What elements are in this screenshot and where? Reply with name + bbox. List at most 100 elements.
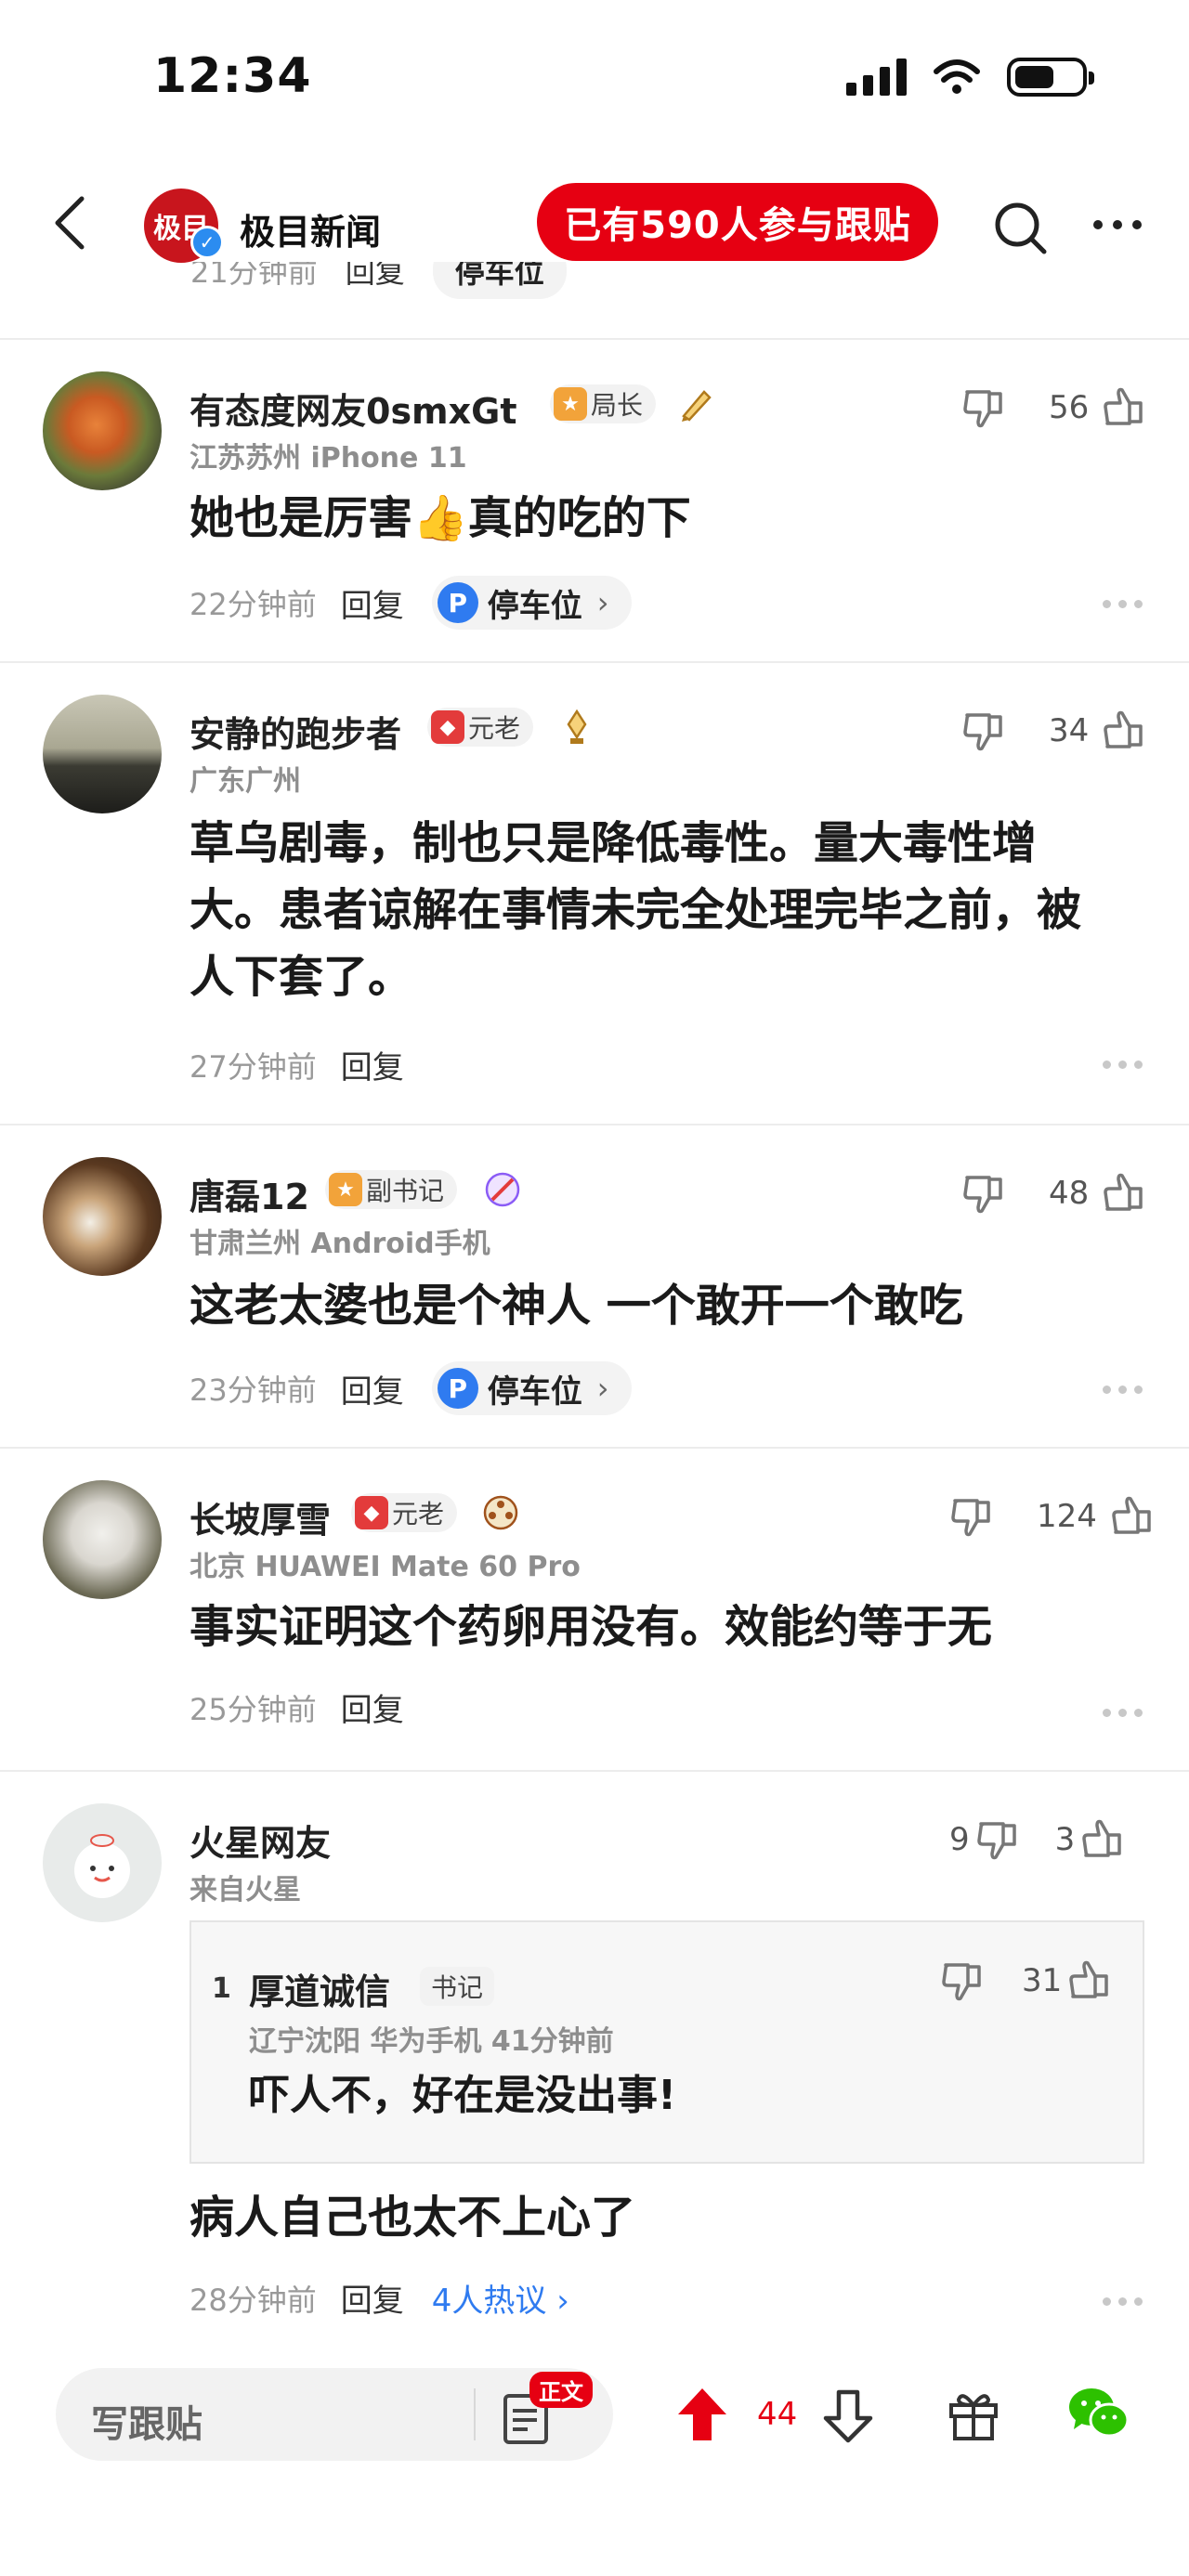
rank-badge: ◆ 元老 — [351, 1493, 458, 1532]
thumbs-down-icon[interactable] — [961, 708, 1008, 754]
join-comments-button[interactable]: 已有590人参与跟贴 — [537, 183, 938, 261]
more-dots-icon[interactable] — [1103, 600, 1143, 608]
nested-reply[interactable]: 1 厚道诚信 书记 辽宁沈阳 华为手机 41分钟前 吓人不，好在是没出事! 31 — [189, 1920, 1144, 2164]
reply-button[interactable]: 回复 — [341, 1042, 404, 1087]
wifi-icon — [934, 59, 980, 94]
more-dots-icon[interactable] — [1103, 1709, 1143, 1717]
parking-label: 停车位 — [487, 1373, 582, 1411]
rank-badge: ◆ 元老 — [427, 708, 534, 747]
thumbs-up-icon[interactable] — [1102, 708, 1148, 754]
comment-meta: 北京 HUAWEI Mate 60 Pro — [189, 1551, 581, 1583]
reply-text: 吓人不，好在是没出事! — [249, 2072, 677, 2119]
wechat-share-icon[interactable] — [1066, 2385, 1131, 2442]
comment-username[interactable]: 火星网友 — [189, 1815, 331, 1866]
rank-badge: ★ 副书记 — [325, 1170, 458, 1209]
more-options-icon[interactable] — [1091, 218, 1143, 231]
comment-footer: 27分钟前 回复 — [189, 1042, 404, 1087]
divider — [0, 1124, 1189, 1125]
comment-username[interactable]: 唐磊12 — [189, 1168, 309, 1219]
thumbs-up-icon[interactable] — [1102, 1170, 1148, 1216]
reply-username[interactable]: 厚道诚信 — [249, 1963, 390, 2014]
vote-controls: 9 3 — [949, 1816, 1127, 1863]
divider — [0, 1770, 1189, 1772]
like-count: 31 — [1022, 1962, 1063, 1999]
parking-chip[interactable]: P 停车位 › — [431, 1361, 632, 1415]
signal-icon — [846, 59, 907, 96]
thumbs-down-icon[interactable] — [940, 1958, 986, 2004]
comment-username[interactable]: 长坡厚雪 — [189, 1491, 331, 1542]
avatar[interactable] — [43, 1803, 162, 1922]
battery-icon — [1007, 58, 1094, 97]
upvote-arrow-icon[interactable] — [676, 2387, 728, 2442]
status-icons — [846, 58, 1094, 97]
reply-button[interactable]: 回复 — [341, 1685, 404, 1730]
divider — [0, 1447, 1189, 1449]
gift-icon[interactable] — [946, 2387, 1001, 2442]
upvote-count: 44 — [757, 2396, 798, 2433]
chevron-right-icon: › — [556, 2283, 569, 2320]
vote-controls: 48 — [961, 1170, 1148, 1216]
reply-button[interactable]: 回复 — [341, 2275, 404, 2321]
parking-p-icon: P — [437, 582, 478, 623]
chevron-right-icon: › — [596, 585, 609, 620]
comment-footer: 22分钟前 回复 P 停车位 › — [189, 576, 632, 630]
star-shield-icon: ★ — [329, 1173, 362, 1206]
thumbs-down-icon[interactable] — [961, 1170, 1008, 1216]
separator — [474, 2388, 476, 2440]
thumbs-up-icon[interactable] — [1067, 1958, 1114, 2004]
feather-medal-icon — [485, 1172, 520, 1207]
reply-button[interactable]: 回复 — [341, 580, 404, 626]
vote-controls: 34 — [961, 708, 1148, 754]
parking-chip[interactable]: 停车位 — [432, 262, 567, 299]
rank-badge: 书记 — [420, 1967, 495, 2006]
divider — [0, 338, 1189, 340]
comment-username[interactable]: 安静的跑步者 — [189, 706, 401, 757]
comment-meta: 江苏苏州 iPhone 11 — [189, 442, 467, 475]
shield-icon: ◆ — [431, 710, 464, 744]
more-dots-icon[interactable] — [1103, 2297, 1143, 2306]
dislike-count: 9 — [949, 1821, 970, 1858]
write-comment-input[interactable]: 写跟贴 正文 — [56, 2368, 613, 2461]
brand-name[interactable]: 极目新闻 — [240, 203, 381, 254]
reply-index: 1 — [212, 1972, 231, 2005]
back-arrow-icon[interactable] — [48, 195, 91, 251]
thumbs-down-icon[interactable] — [949, 1493, 996, 1540]
verified-check-icon: ✓ — [190, 226, 224, 259]
shield-icon: ◆ — [355, 1496, 388, 1529]
status-time: 12:34 — [153, 48, 312, 104]
bottom-action-bar: 写跟贴 正文 44 — [0, 2349, 1189, 2479]
thumbs-up-icon[interactable] — [1110, 1493, 1156, 1540]
pen-medal-icon — [682, 390, 712, 422]
previous-comment-footer: 21分钟前 回复 停车位 — [0, 262, 1189, 299]
star-shield-icon: ★ — [554, 387, 587, 421]
hot-discussion-link[interactable]: 4人热议 › — [432, 2275, 569, 2321]
parking-label: 停车位 — [487, 587, 582, 625]
hot-discussion-label: 4人热议 — [431, 2283, 547, 2320]
comment-time: 27分钟前 — [189, 1048, 317, 1085]
like-count: 3 — [1054, 1821, 1076, 1858]
more-dots-icon[interactable] — [1103, 1386, 1143, 1394]
like-count: 124 — [1037, 1498, 1097, 1535]
avatar[interactable] — [43, 695, 162, 813]
thumbs-down-icon[interactable] — [961, 384, 1008, 431]
avatar[interactable] — [43, 1480, 162, 1599]
more-dots-icon[interactable] — [1103, 1060, 1143, 1069]
reply-button[interactable]: 回复 — [346, 262, 405, 292]
thumbs-up-icon[interactable] — [1102, 384, 1148, 431]
downvote-arrow-icon[interactable] — [822, 2388, 874, 2444]
avatar[interactable] — [43, 1157, 162, 1276]
parking-chip[interactable]: P 停车位 › — [431, 576, 632, 630]
comment-username[interactable]: 有态度网友0smxGt — [189, 383, 517, 434]
vote-controls: 56 — [961, 384, 1148, 431]
thumbs-down-icon[interactable] — [975, 1816, 1022, 1863]
avatar[interactable] — [43, 371, 162, 490]
reply-button[interactable]: 回复 — [341, 1366, 404, 1412]
comment-meta: 广东广州 — [189, 765, 301, 798]
film-reel-medal-icon — [483, 1495, 518, 1530]
search-icon[interactable] — [992, 200, 1048, 255]
comment-text: 这老太婆也是个神人 一个敢开一个敢吃 — [189, 1280, 963, 1332]
comment-meta: 来自火星 — [189, 1874, 301, 1906]
vote-controls: 124 — [949, 1493, 1156, 1540]
rank-badge: ★ 局长 — [550, 384, 657, 423]
thumbs-up-icon[interactable] — [1080, 1816, 1127, 1863]
